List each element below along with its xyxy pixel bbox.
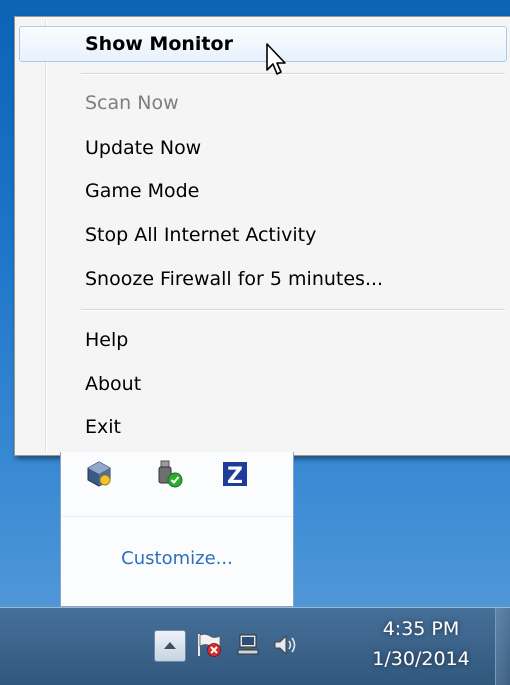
menu-item-scan-now[interactable]: Scan Now (19, 85, 507, 121)
taskbar: 4:35 PM 1/30/2014 (0, 607, 510, 685)
menu-item-show-monitor[interactable]: Show Monitor (19, 26, 507, 62)
menu-item-exit[interactable]: Exit (19, 409, 507, 445)
clock-time: 4:35 PM (382, 618, 460, 640)
menu-item-update-now[interactable]: Update Now (19, 130, 507, 166)
tray-context-menu: Show Monitor Scan Now Update Now Game Mo… (14, 16, 510, 456)
notification-overflow-flyout: Z Customize... (60, 452, 294, 607)
menu-item-game-mode[interactable]: Game Mode (19, 173, 507, 209)
chevron-up-icon (164, 642, 176, 649)
volume-icon[interactable] (270, 630, 300, 660)
menu-item-about[interactable]: About (19, 366, 507, 402)
show-desktop-button[interactable] (495, 608, 510, 685)
menu-separator (81, 73, 505, 75)
show-hidden-icons-button[interactable] (154, 630, 186, 662)
customize-link[interactable]: Customize... (61, 548, 293, 569)
menu-item-help[interactable]: Help (19, 322, 507, 358)
menu-item-stop-internet-activity[interactable]: Stop All Internet Activity (19, 217, 507, 253)
network-icon[interactable] (234, 630, 264, 660)
svg-text:Z: Z (227, 464, 243, 489)
action-center-flag-icon[interactable] (194, 630, 224, 660)
mouse-pointer-icon (266, 43, 286, 75)
flyout-divider (61, 516, 293, 517)
virtualbox-icon[interactable] (83, 458, 115, 490)
menu-item-snooze-firewall[interactable]: Snooze Firewall for 5 minutes... (19, 261, 507, 297)
taskbar-clock[interactable]: 4:35 PM 1/30/2014 (356, 614, 486, 674)
zonealarm-z-icon[interactable]: Z (219, 458, 251, 490)
menu-separator (81, 309, 505, 311)
usb-safely-remove-icon[interactable] (153, 458, 185, 490)
clock-date: 1/30/2014 (372, 648, 470, 670)
